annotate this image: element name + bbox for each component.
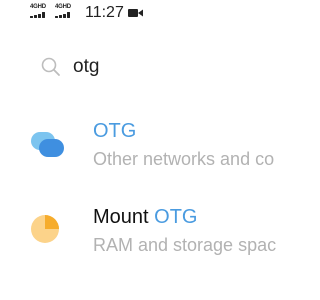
otg-icon <box>31 132 64 157</box>
result-item-otg[interactable]: OTG Other networks and co <box>0 118 300 178</box>
status-bar: 4GHD 4GHD 11:27 <box>0 0 300 28</box>
result-title-highlight: OTG <box>154 206 198 228</box>
result-title: OTG <box>93 120 136 142</box>
storage-icon <box>31 215 59 243</box>
result-title-highlight: OTG <box>93 120 137 142</box>
result-item-mount-otg[interactable]: Mount OTG RAM and storage spac <box>0 204 300 264</box>
network-type-label: 4GHD <box>30 4 46 10</box>
result-subtitle: RAM and storage spac <box>93 235 277 255</box>
network-type-label: 4GHD <box>55 4 71 10</box>
network-indicator-2: 4GHD <box>55 4 75 18</box>
signal-icon <box>30 12 48 18</box>
result-title-prefix: Mount <box>93 206 155 228</box>
search-input[interactable]: otg <box>73 56 99 78</box>
signal-icon <box>55 12 73 18</box>
network-indicator-1: 4GHD <box>30 4 50 18</box>
video-camera-icon <box>128 9 143 17</box>
search-icon <box>41 57 60 76</box>
result-title: Mount OTG <box>93 206 198 228</box>
result-subtitle: Other networks and co <box>93 149 275 169</box>
clock: 11:27 <box>85 4 124 21</box>
search-bar[interactable]: otg <box>40 56 280 80</box>
